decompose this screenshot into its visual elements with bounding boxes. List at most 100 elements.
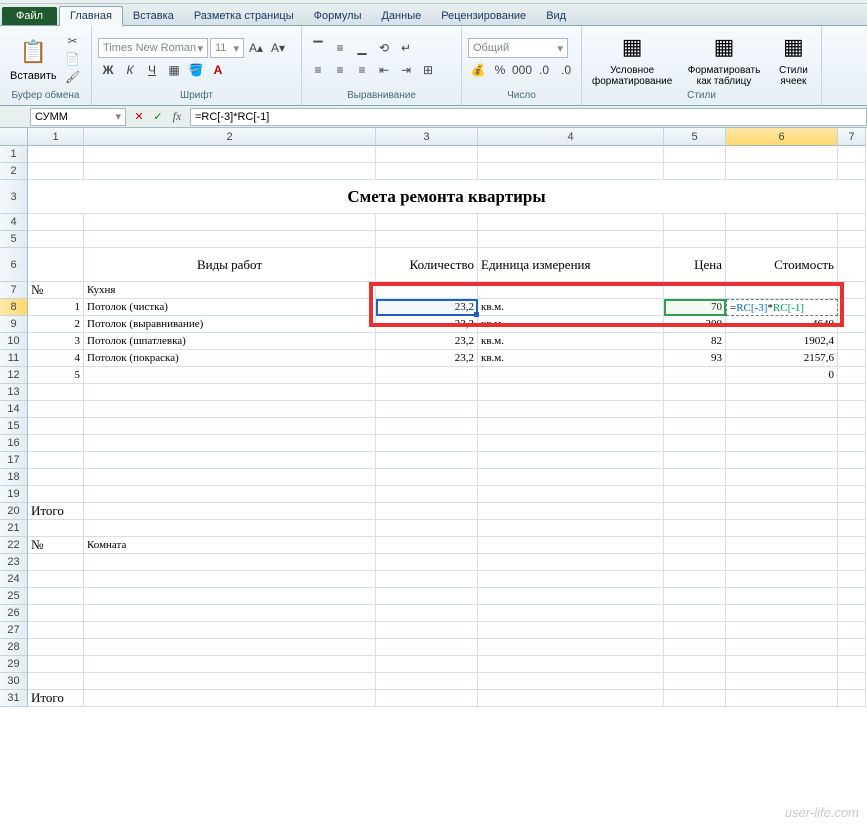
col-header[interactable]: 2 <box>84 128 376 146</box>
cell[interactable] <box>84 554 376 571</box>
cell[interactable] <box>478 622 664 639</box>
cell[interactable] <box>726 486 838 503</box>
cell[interactable]: 3 <box>28 333 84 350</box>
cell[interactable] <box>838 316 866 333</box>
copy-icon[interactable]: 📄 <box>65 51 81 67</box>
cell[interactable] <box>376 571 478 588</box>
border-button[interactable]: ▦ <box>164 60 184 80</box>
row-header[interactable]: 1 <box>0 146 28 163</box>
cell[interactable] <box>478 486 664 503</box>
sheet-title[interactable]: Смета ремонта квартиры <box>28 180 866 214</box>
currency-icon[interactable]: 💰 <box>468 60 488 80</box>
cell[interactable] <box>664 537 726 554</box>
cell[interactable] <box>726 571 838 588</box>
cell[interactable] <box>84 418 376 435</box>
cell[interactable] <box>478 469 664 486</box>
cell[interactable] <box>664 571 726 588</box>
cell[interactable] <box>28 452 84 469</box>
cell[interactable] <box>28 588 84 605</box>
cell[interactable] <box>376 520 478 537</box>
align-left-icon[interactable]: ≡ <box>308 60 328 80</box>
cell[interactable] <box>664 367 726 384</box>
cell[interactable] <box>84 367 376 384</box>
cell[interactable] <box>664 469 726 486</box>
cell[interactable]: 0 <box>726 367 838 384</box>
col-header[interactable]: 1 <box>28 128 84 146</box>
cell[interactable] <box>838 690 866 707</box>
row-header[interactable]: 29 <box>0 656 28 673</box>
cell[interactable] <box>84 605 376 622</box>
cell[interactable] <box>664 588 726 605</box>
row-header[interactable]: 28 <box>0 639 28 656</box>
cell[interactable] <box>376 639 478 656</box>
cell[interactable] <box>28 401 84 418</box>
row-header[interactable]: 6 <box>0 248 28 282</box>
cell[interactable]: кв.м. <box>478 350 664 367</box>
col-header[interactable]: 5 <box>664 128 726 146</box>
cell[interactable] <box>376 537 478 554</box>
row-header[interactable]: 15 <box>0 418 28 435</box>
underline-button[interactable]: Ч <box>142 60 162 80</box>
cell[interactable] <box>84 469 376 486</box>
cell[interactable] <box>478 537 664 554</box>
cell[interactable]: кв.м. <box>478 316 664 333</box>
row-header[interactable]: 13 <box>0 384 28 401</box>
cell[interactable] <box>376 588 478 605</box>
cell[interactable] <box>664 554 726 571</box>
cell[interactable] <box>726 605 838 622</box>
cell[interactable] <box>664 418 726 435</box>
cell[interactable] <box>84 435 376 452</box>
cell[interactable] <box>838 384 866 401</box>
comma-icon[interactable]: 000 <box>512 60 532 80</box>
increase-indent-icon[interactable]: ⇥ <box>396 60 416 80</box>
paste-button[interactable]: 📋 Вставить <box>6 34 61 84</box>
cell[interactable] <box>664 656 726 673</box>
col-price[interactable]: Цена <box>664 248 726 282</box>
cell[interactable] <box>664 282 726 299</box>
cell[interactable] <box>838 520 866 537</box>
cell[interactable] <box>726 452 838 469</box>
row-header[interactable]: 7 <box>0 282 28 299</box>
cell[interactable] <box>28 673 84 690</box>
row-header[interactable]: 5 <box>0 231 28 248</box>
row-header[interactable]: 3 <box>0 180 28 214</box>
cell[interactable] <box>28 384 84 401</box>
tab-view[interactable]: Вид <box>536 7 576 25</box>
italic-button[interactable]: К <box>120 60 140 80</box>
cell[interactable]: кв.м. <box>478 299 664 316</box>
cell[interactable] <box>478 503 664 520</box>
font-color-button[interactable]: A <box>208 60 228 80</box>
cell[interactable] <box>478 401 664 418</box>
col-cost[interactable]: Стоимость <box>726 248 838 282</box>
col-header[interactable]: 6 <box>726 128 838 146</box>
increase-decimal-icon[interactable]: .0 <box>534 60 554 80</box>
cell[interactable]: 23,2 <box>376 333 478 350</box>
format-table-button[interactable]: ▦ Форматировать как таблицу <box>680 29 767 89</box>
cell[interactable] <box>376 282 478 299</box>
cell[interactable] <box>84 503 376 520</box>
total-label-2[interactable]: Итого <box>28 690 84 707</box>
cell[interactable] <box>838 486 866 503</box>
cell[interactable]: 1902,4 <box>726 333 838 350</box>
cell[interactable] <box>84 622 376 639</box>
cell[interactable]: Потолок (выравнивание) <box>84 316 376 333</box>
tab-review[interactable]: Рецензирование <box>431 7 536 25</box>
cell[interactable] <box>28 639 84 656</box>
cell[interactable] <box>664 503 726 520</box>
cell[interactable]: 82 <box>664 333 726 350</box>
cell[interactable] <box>28 231 84 248</box>
cell[interactable]: 23,2 <box>376 316 478 333</box>
cell[interactable] <box>726 282 838 299</box>
cell-styles-button[interactable]: ▦ Стили ячеек <box>772 29 815 89</box>
cell[interactable] <box>478 231 664 248</box>
row-header[interactable]: 17 <box>0 452 28 469</box>
cell[interactable] <box>84 163 376 180</box>
cell[interactable] <box>726 690 838 707</box>
cell[interactable] <box>838 282 866 299</box>
cell[interactable] <box>478 146 664 163</box>
cancel-formula-icon[interactable]: ✕ <box>130 108 148 126</box>
tab-page-layout[interactable]: Разметка страницы <box>184 7 304 25</box>
align-bottom-icon[interactable]: ▁ <box>352 38 372 58</box>
cell[interactable] <box>376 656 478 673</box>
cell[interactable] <box>84 571 376 588</box>
